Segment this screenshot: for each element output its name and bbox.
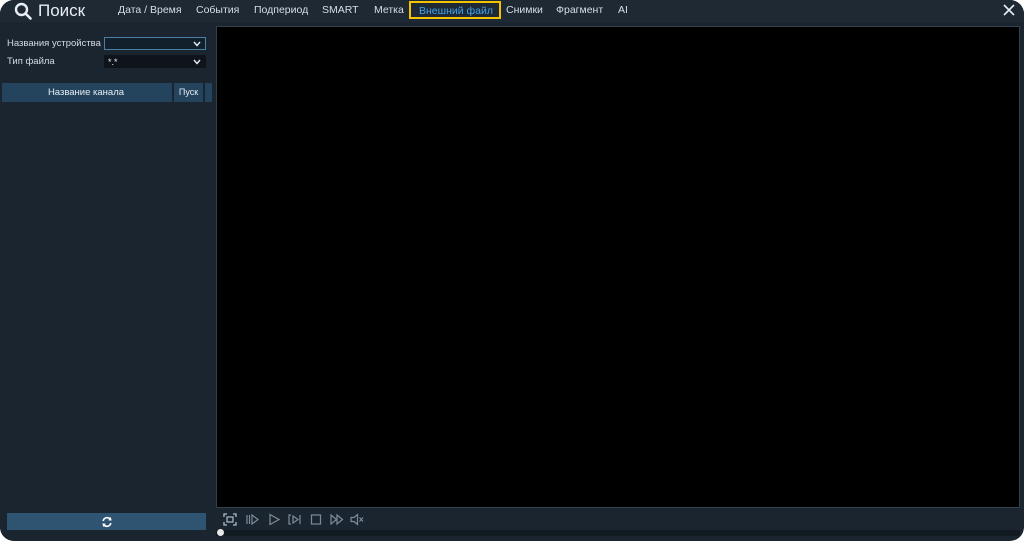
search-window: Поиск Дата / Время События Подпериод SMA… — [0, 0, 1024, 541]
playback-timeline[interactable] — [216, 529, 1020, 536]
refresh-button[interactable] — [7, 513, 206, 530]
close-icon[interactable] — [1001, 2, 1017, 18]
stop-icon[interactable] — [309, 513, 323, 526]
rewind-icon[interactable] — [245, 513, 259, 526]
video-preview[interactable] — [216, 26, 1020, 508]
column-channel-name[interactable]: Название канала — [2, 83, 170, 102]
play-icon[interactable] — [267, 513, 281, 526]
column-start[interactable]: Пуск — [172, 83, 205, 102]
tab-subperiod[interactable]: Подпериод — [254, 0, 308, 20]
timeline-slider-handle[interactable] — [217, 529, 224, 536]
device-name-select[interactable] — [104, 37, 206, 50]
channel-table-header: Название канала Пуск — [2, 83, 212, 102]
file-type-select[interactable]: *.* — [104, 55, 206, 68]
refresh-icon — [101, 516, 112, 527]
tab-snapshots[interactable]: Снимки — [506, 0, 543, 20]
tab-fragment[interactable]: Фрагмент — [556, 0, 603, 20]
tab-date-time[interactable]: Дата / Время — [118, 0, 182, 20]
playback-controls — [216, 510, 1020, 530]
tab-smart[interactable]: SMART — [322, 0, 359, 20]
chevron-down-icon — [193, 41, 201, 47]
tab-external-file[interactable]: Внешний файл — [409, 1, 501, 19]
device-name-label: Названия устройства — [7, 38, 101, 49]
tab-events[interactable]: События — [196, 0, 239, 20]
file-type-label: Тип файла — [7, 56, 55, 67]
page-title: Поиск — [38, 1, 86, 20]
step-forward-icon[interactable] — [288, 513, 302, 526]
search-icon — [14, 2, 32, 20]
chevron-down-icon — [193, 59, 201, 65]
fullscreen-icon[interactable] — [223, 513, 237, 526]
tab-tag[interactable]: Метка — [374, 0, 404, 20]
top-bar: Поиск Дата / Время События Подпериод SMA… — [0, 0, 1024, 22]
fast-forward-icon[interactable] — [330, 513, 344, 526]
tab-ai[interactable]: AI — [618, 0, 628, 20]
app-title: Поиск — [14, 0, 85, 22]
audio-icon[interactable] — [350, 513, 364, 526]
file-type-value: *.* — [108, 57, 118, 67]
